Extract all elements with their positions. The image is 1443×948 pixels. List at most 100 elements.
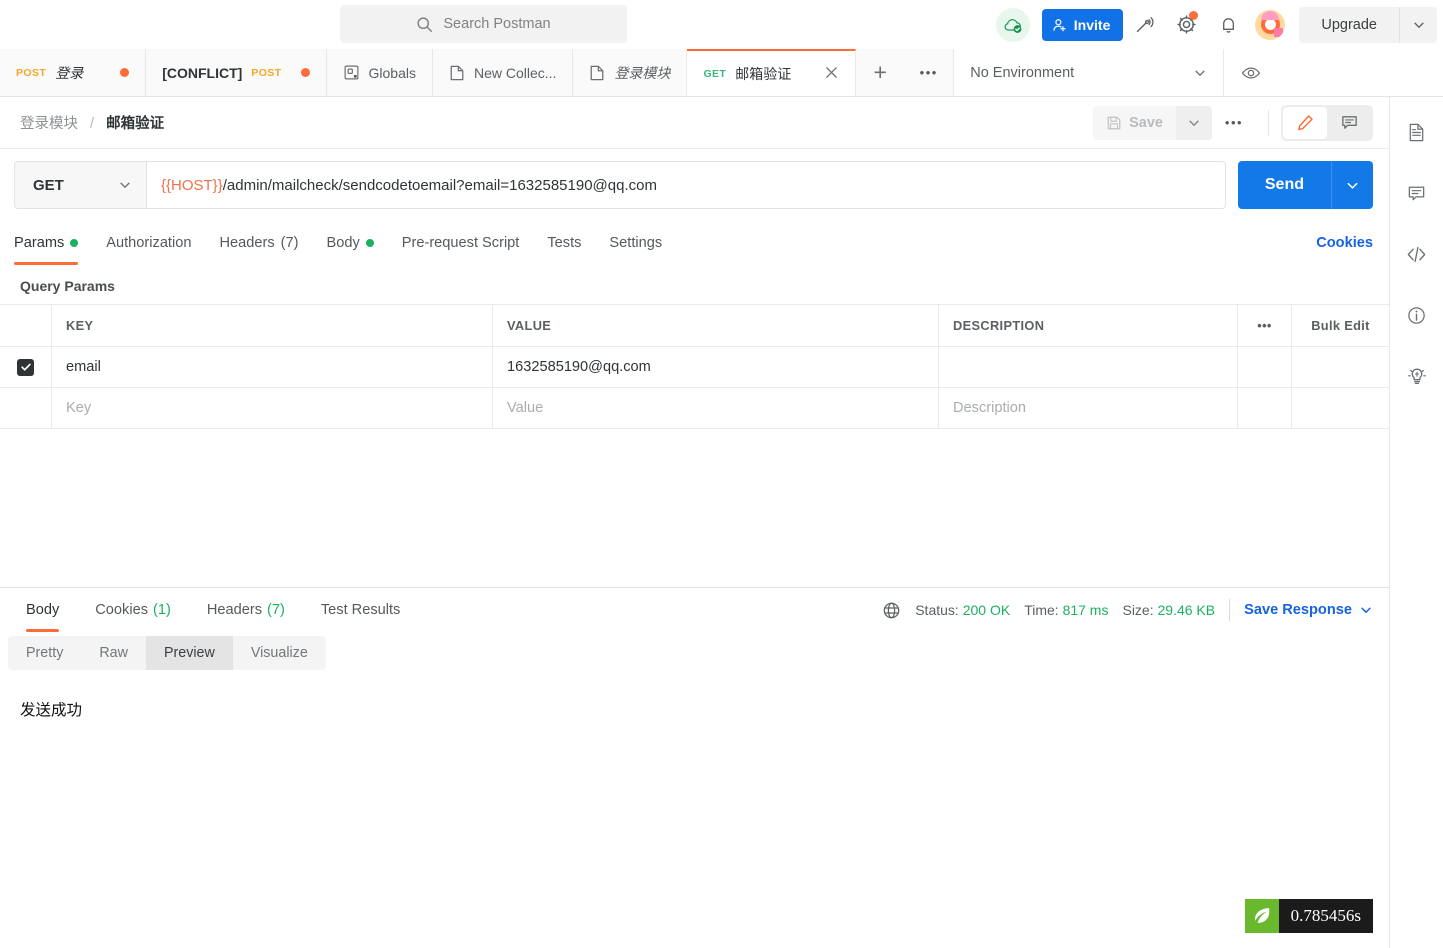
- invite-label: Invite: [1073, 16, 1111, 33]
- settings-button[interactable]: [1165, 0, 1207, 49]
- request-more-button[interactable]: •••: [1212, 106, 1256, 140]
- response-pane: Body Cookies (1) Headers (7) Test Result…: [0, 587, 1389, 948]
- rail-code-button[interactable]: [1400, 237, 1434, 271]
- response-tab-cookies[interactable]: Cookies (1): [87, 588, 179, 632]
- tab-label: Pre-request Script: [401, 235, 520, 251]
- row-bulk-spacer: [1292, 388, 1389, 428]
- send-button[interactable]: Send: [1237, 161, 1331, 209]
- rail-tips-button[interactable]: [1400, 359, 1434, 393]
- query-params-title: Query Params: [20, 278, 115, 294]
- tab-label: Authorization: [106, 235, 192, 251]
- save-button[interactable]: Save: [1093, 105, 1176, 140]
- new-tab-button[interactable]: +: [856, 49, 905, 96]
- upgrade-button[interactable]: Upgrade: [1299, 7, 1399, 43]
- chevron-down-icon: [1361, 607, 1371, 614]
- tab-label: Tests: [547, 235, 582, 251]
- tab-body[interactable]: Body: [326, 221, 374, 265]
- cloud-sync-icon[interactable]: [995, 7, 1030, 42]
- broadcast-icon: [1137, 16, 1154, 32]
- edit-mode-button[interactable]: [1283, 106, 1327, 139]
- params-more-button[interactable]: •••: [1238, 305, 1292, 346]
- tab-settings[interactable]: Settings: [609, 221, 662, 265]
- comment-icon: [1341, 116, 1357, 129]
- request-actions: Save •••: [1093, 104, 1373, 141]
- tab-pre-request-script[interactable]: Pre-request Script: [402, 221, 520, 265]
- url-variable: {{HOST}}: [161, 176, 223, 194]
- collection-icon: [591, 65, 604, 80]
- tab-conflict[interactable]: [CONFLICT] POST: [146, 49, 327, 96]
- status-text: Status: 200 OK: [915, 602, 1010, 618]
- tab-headers[interactable]: Headers (7): [219, 221, 298, 265]
- tab-globals[interactable]: Globals: [326, 49, 433, 96]
- comment-mode-button[interactable]: [1327, 107, 1371, 139]
- debug-widget[interactable]: 0.785456s: [1244, 899, 1373, 933]
- tab-method: GET: [703, 67, 727, 80]
- view-mode-visualize[interactable]: Visualize: [233, 636, 326, 670]
- new-key-input[interactable]: Key: [52, 388, 493, 428]
- header-key: KEY: [52, 305, 493, 346]
- notifications-button[interactable]: [1207, 0, 1249, 49]
- send-group: Send: [1237, 161, 1373, 209]
- pencil-icon: [1297, 115, 1313, 131]
- code-icon: [1407, 246, 1426, 262]
- tab-label: Test Results: [320, 602, 401, 618]
- close-icon[interactable]: [824, 65, 839, 83]
- search-input[interactable]: Search Postman: [340, 5, 627, 43]
- method-selector[interactable]: GET: [14, 161, 146, 209]
- view-mode-raw[interactable]: Raw: [81, 636, 146, 670]
- environment-quick-look-button[interactable]: [1224, 49, 1279, 96]
- rail-documentation-button[interactable]: [1400, 115, 1434, 149]
- tab-login-module[interactable]: 登录模块: [573, 49, 688, 96]
- collection-icon: [450, 65, 464, 80]
- size-label: Size:: [1122, 602, 1154, 618]
- tab-params[interactable]: Params: [14, 221, 79, 265]
- environment-selector[interactable]: No Environment: [954, 49, 1225, 96]
- broadcast-button[interactable]: [1123, 0, 1165, 49]
- table-row: Key Value Description: [0, 388, 1389, 429]
- breadcrumb-collection[interactable]: 登录模块: [20, 116, 78, 132]
- new-description-input[interactable]: Description: [939, 388, 1238, 428]
- rail-comments-button[interactable]: [1400, 176, 1434, 210]
- invite-button[interactable]: Invite: [1041, 8, 1124, 41]
- avatar-button[interactable]: [1249, 0, 1291, 49]
- header-value: VALUE: [493, 305, 939, 346]
- response-view-modes: Pretty Raw Preview Visualize: [0, 632, 1389, 676]
- row-checkbox[interactable]: [17, 358, 34, 376]
- size-value: 29.46 KB: [1157, 602, 1216, 618]
- chevron-down-icon: [1189, 120, 1199, 126]
- environment-label: No Environment: [970, 64, 1075, 81]
- tab-label: Headers: [206, 602, 263, 618]
- send-options-button[interactable]: [1331, 161, 1373, 209]
- chevron-down-icon: [120, 182, 130, 189]
- view-mode-preview[interactable]: Preview: [145, 636, 233, 670]
- tab-new-collection[interactable]: New Collec...: [432, 49, 574, 96]
- method-label: GET: [33, 176, 64, 194]
- new-value-input[interactable]: Value: [493, 388, 939, 428]
- tab-email-verify[interactable]: GET 邮箱验证: [687, 49, 857, 96]
- tab-count: (7): [267, 602, 285, 618]
- url-input[interactable]: {{HOST}}/admin/mailcheck/sendcodetoemail…: [146, 161, 1226, 209]
- tab-tests[interactable]: Tests: [547, 221, 581, 265]
- tab-label: Body: [26, 602, 60, 618]
- row-key[interactable]: email: [52, 347, 493, 387]
- cookies-link[interactable]: Cookies: [1316, 235, 1373, 251]
- response-tab-test-results[interactable]: Test Results: [313, 588, 408, 632]
- upgrade-caret-button[interactable]: [1399, 6, 1437, 43]
- tab-authorization[interactable]: Authorization: [106, 221, 191, 265]
- time-label: Time:: [1024, 602, 1059, 618]
- tab-login[interactable]: POST 登录: [0, 49, 147, 96]
- save-response-label: Save Response: [1244, 602, 1352, 618]
- row-description[interactable]: [939, 347, 1238, 387]
- tab-overflow-button[interactable]: •••: [904, 49, 955, 96]
- row-value[interactable]: 1632585190@qq.com: [493, 347, 939, 387]
- bulk-edit-button[interactable]: Bulk Edit: [1292, 305, 1389, 346]
- save-options-button[interactable]: [1176, 105, 1212, 140]
- save-response-button[interactable]: Save Response: [1244, 602, 1373, 618]
- leaf-icon: [1244, 899, 1279, 933]
- response-tab-headers[interactable]: Headers (7): [199, 588, 293, 632]
- tab-label: Body: [326, 235, 360, 251]
- view-mode-pretty[interactable]: Pretty: [8, 636, 81, 670]
- url-path: /admin/mailcheck/sendcodetoemail?email=1…: [222, 176, 657, 194]
- rail-info-button[interactable]: [1400, 298, 1434, 332]
- response-tab-body[interactable]: Body: [18, 588, 67, 632]
